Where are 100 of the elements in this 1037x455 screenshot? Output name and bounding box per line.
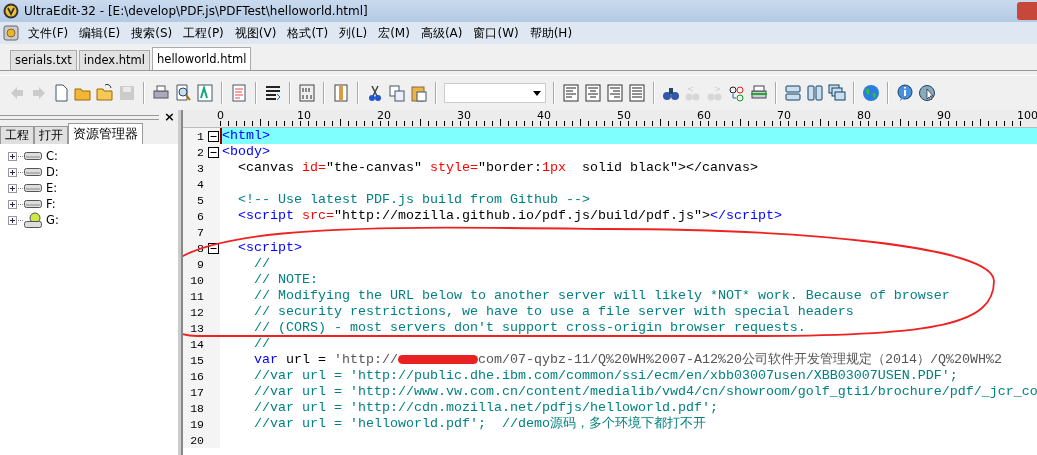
ruler-label: 20 [376, 110, 392, 121]
ruler-label: 80 [856, 110, 872, 121]
menu-item[interactable]: 列(L) [334, 24, 374, 42]
code-text: //var url = 'http://www.vw.com.cn/content/medialib/vwd4/cn/showroom/golf_gti1/brochure/pdf/_jcr_co [253, 384, 1037, 399]
line-number: 15 [190, 353, 205, 367]
code-text: // (CORS) - most servers don't support cross-origin browser requests. [253, 320, 806, 335]
ruler-label: 40 [536, 110, 552, 121]
code-text: //var url = 'http://public.dhe.ibm.com/common/ssi/ecm/en/xbb03007usen/XBB03007USEN.PDF'; [253, 368, 958, 383]
line-number: 20 [190, 433, 205, 447]
tree-item[interactable]: G: [46, 213, 59, 227]
code-text: com/07-qybz-11/Q%20WH%2007-A12%20公司软件开发管理规定（2014）/Q%20WH%2 [478, 352, 1002, 367]
expand-icon[interactable] [8, 199, 17, 209]
tree-item[interactable]: E: [46, 181, 58, 195]
tree-item[interactable]: D: [46, 165, 59, 179]
code-text: var [253, 352, 278, 367]
column-icon[interactable] [332, 84, 350, 102]
tree-item[interactable]: F: [46, 197, 56, 211]
align-center-icon[interactable] [584, 84, 602, 102]
document-lines-icon[interactable] [230, 84, 248, 102]
code-text: "http://mozilla.github.io/pdf.js/build/pdf.js"> [334, 208, 710, 223]
ruler-label: 70 [776, 110, 792, 121]
code-text: id= [302, 160, 326, 175]
line-number: 4 [197, 177, 205, 191]
line-number: 11 [190, 289, 205, 303]
document-icon[interactable] [3, 25, 19, 41]
magnifier-page-icon[interactable] [174, 84, 192, 102]
split-horizontal-icon[interactable] [784, 84, 802, 102]
expand-icon[interactable] [8, 151, 17, 161]
split-vertical-icon[interactable] [806, 84, 824, 102]
new-file-icon[interactable] [52, 84, 70, 102]
menu-item[interactable]: 视图(V) [229, 24, 283, 42]
code-text: // security restrictions, we have to use a file server with special headers [253, 304, 854, 319]
close-button[interactable]: × [161, 111, 178, 123]
ruler-label: 50 [616, 110, 632, 121]
code-text: "border: [477, 160, 542, 175]
menu-item[interactable]: 工程(P) [178, 24, 230, 42]
menu-item[interactable]: 文件(F) [23, 24, 75, 42]
code-text: //var url = 'http://cdn.mozilla.net/pdfjs/helloworld.pdf'; [253, 400, 718, 415]
menu-item[interactable]: 窗口(W) [468, 24, 525, 42]
scissors-icon[interactable] [366, 84, 384, 102]
panel-tab[interactable]: 工程 [0, 126, 34, 144]
file-tab[interactable]: helloworld.html [152, 47, 252, 70]
expand-icon[interactable] [8, 215, 17, 225]
globe-icon[interactable] [862, 84, 880, 102]
code-text: src= [302, 208, 334, 223]
menu-item[interactable]: 宏(M) [373, 24, 416, 42]
align-left-icon[interactable] [562, 84, 580, 102]
file-tab[interactable]: index.html [78, 50, 151, 70]
line-number: 19 [190, 417, 205, 431]
menu-item[interactable]: 格式(T) [282, 24, 335, 42]
line-number: 13 [190, 321, 205, 335]
line-number: 12 [190, 305, 205, 319]
line-number: 1 [197, 129, 205, 143]
code-text: <html> [222, 128, 270, 143]
collapse-icon[interactable] [208, 242, 219, 254]
code-text: style= [429, 160, 478, 175]
collapse-icon[interactable] [208, 146, 219, 158]
line-number: 14 [190, 337, 205, 351]
cascade-windows-icon[interactable] [828, 84, 846, 102]
info-icon[interactable] [896, 84, 914, 102]
spell-check-icon[interactable] [728, 84, 746, 102]
justify-icon[interactable] [628, 84, 646, 102]
expand-icon[interactable] [8, 183, 17, 193]
ruler-label: 100 [1016, 110, 1037, 121]
menu-item[interactable]: 帮助(H) [524, 24, 579, 42]
ruler-label: 90 [936, 110, 952, 121]
printer-icon[interactable] [750, 84, 768, 102]
ruler-label: 10 [296, 110, 312, 121]
tree-item[interactable]: C: [46, 149, 58, 163]
folder-icon[interactable] [96, 84, 114, 102]
collapse-icon[interactable] [208, 130, 219, 142]
ruler-label: 0 [216, 110, 225, 121]
code-text: //var url = 'helloworld.pdf'; //demo源码，多个环境下都打不开 [253, 416, 706, 431]
file-tab[interactable]: serials.txt [10, 50, 77, 70]
code-text: <script [237, 208, 295, 223]
panel-tab[interactable]: 资源管理器 [68, 123, 143, 144]
line-number: 5 [197, 193, 205, 207]
printer-icon[interactable] [152, 84, 170, 102]
cd-drive-icon [24, 212, 42, 228]
wrap-lines-icon[interactable] [264, 84, 282, 102]
help-pointer-icon[interactable] [918, 84, 936, 102]
copy-icon[interactable] [388, 84, 406, 102]
align-right-icon[interactable] [606, 84, 624, 102]
binary-icon[interactable] [298, 84, 316, 102]
code-text: // [253, 336, 270, 351]
line-number: 2 [197, 145, 205, 159]
expand-icon[interactable] [8, 167, 17, 177]
clipboard-icon[interactable] [410, 84, 428, 102]
menu-item[interactable]: 编辑(E) [74, 24, 127, 42]
menu-item[interactable]: 搜索(S) [126, 24, 179, 42]
ruler-label: 60 [696, 110, 712, 121]
code-text: 'http:// [334, 352, 398, 367]
code-text: // [253, 256, 270, 271]
line-number: 3 [197, 161, 205, 175]
code-text: <script> [237, 240, 302, 255]
menu-item[interactable]: 高级(A) [415, 24, 469, 42]
code-text: 1px [541, 160, 566, 175]
line-number: 6 [197, 209, 205, 223]
panel-tab[interactable]: 打开 [34, 126, 68, 144]
code-text: // Modifying the URL below to another server will likely *NOT* work. Because of browser [253, 288, 950, 303]
